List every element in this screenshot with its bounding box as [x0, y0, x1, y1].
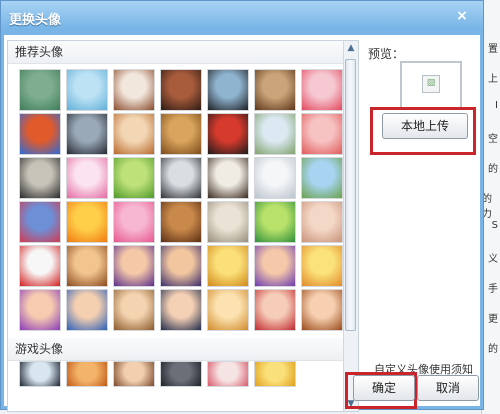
background-text: 的 — [488, 164, 498, 175]
avatar-happy-face-sky[interactable] — [66, 69, 108, 111]
broken-image-icon: ▧ — [422, 75, 440, 93]
avatar-coffee-cup[interactable] — [113, 69, 155, 111]
background-text: 的力 — [482, 194, 492, 220]
avatar-orange-flower[interactable] — [66, 201, 108, 243]
avatar-list-scrollbar[interactable]: ▲ ▼ — [343, 41, 358, 411]
avatar-violin[interactable] — [160, 201, 202, 243]
avatar-white-cat[interactable] — [254, 157, 296, 199]
avatar-anime-boy-hat[interactable] — [160, 245, 202, 287]
avatar-pastries[interactable] — [160, 113, 202, 155]
avatar-qq-penguin[interactable] — [19, 245, 61, 287]
preview-label: 预览： — [368, 47, 405, 61]
avatar-anime-girl-wink[interactable] — [207, 289, 249, 331]
background-text: 更 — [488, 314, 498, 325]
avatar-opera-mask-woman[interactable] — [160, 69, 202, 111]
dialog-titlebar: 更换头像 × — [1, 1, 483, 35]
avatar-dog-face[interactable] — [207, 157, 249, 199]
avatar-anime-girl-dark[interactable] — [160, 289, 202, 331]
avatar-game-dark[interactable] — [160, 361, 202, 387]
avatar-anime-girl-brown-2[interactable] — [301, 289, 343, 331]
avatar-green-circles[interactable] — [254, 201, 296, 243]
background-text: 手 — [488, 284, 498, 295]
avatar-graduation-cap[interactable] — [66, 113, 108, 155]
avatar-grassland-sky[interactable] — [301, 157, 343, 199]
avatar-peking-opera-mask[interactable] — [207, 113, 249, 155]
avatar-game-nurse[interactable] — [207, 361, 249, 387]
avatar-game-orange[interactable] — [66, 361, 108, 387]
background-text: 义 — [488, 254, 498, 265]
avatar-anime-boy-brown[interactable] — [66, 245, 108, 287]
avatar-anime-boy-purple[interactable] — [113, 245, 155, 287]
avatar-pink-donut[interactable] — [66, 157, 108, 199]
avatar-list-panel: 推荐头像 游戏头像 ▲ ▼ — [7, 40, 359, 412]
avatar-chef-cartoon[interactable] — [113, 113, 155, 155]
avatar-preview: ▧ — [400, 61, 462, 109]
avatar-anime-girl-blonde-2[interactable] — [301, 245, 343, 287]
avatar-penguin[interactable] — [207, 69, 249, 111]
avatar-opera-costume[interactable] — [19, 201, 61, 243]
avatar-game-yellow[interactable] — [254, 361, 296, 387]
ok-button[interactable]: 确定 — [353, 375, 415, 401]
avatar-ghost-pink[interactable] — [301, 113, 343, 155]
avatar-anime-girl-brown[interactable] — [113, 289, 155, 331]
dialog-body: 推荐头像 游戏头像 ▲ ▼ 预览： ▧ 本地上传 自定义头像使用须知 确定 取消 — [4, 35, 480, 412]
background-text: 空 — [488, 134, 498, 145]
change-avatar-dialog: 更换头像 × 推荐头像 游戏头像 ▲ ▼ 预览： ▧ 本地上传 自定义头像使用须… — [0, 0, 484, 412]
avatar-anime-girl-red[interactable] — [254, 289, 296, 331]
avatar-anime-girl-blonde[interactable] — [207, 245, 249, 287]
avatar-open-book[interactable] — [207, 201, 249, 243]
avatar-anime-boy-purple-hair[interactable] — [254, 245, 296, 287]
dialog-title: 更换头像 — [9, 13, 62, 28]
close-icon[interactable]: × — [453, 7, 471, 25]
section-recommended-header: 推荐头像 — [8, 41, 351, 64]
avatar-latte-art[interactable] — [254, 69, 296, 111]
background-text: 上 — [488, 74, 498, 85]
avatar-baby-face[interactable] — [301, 201, 343, 243]
background-text: 置 — [488, 44, 498, 55]
scroll-thumb[interactable] — [345, 59, 356, 331]
section-game-header: 游戏头像 — [8, 338, 351, 361]
avatar-pink-sheep[interactable] — [301, 69, 343, 111]
background-text: 的 — [488, 344, 498, 355]
cancel-button[interactable]: 取消 — [417, 375, 479, 401]
avatar-penguins-group[interactable] — [19, 157, 61, 199]
avatar-anime-boy-blue[interactable] — [66, 289, 108, 331]
avatar-game-face[interactable] — [113, 361, 155, 387]
avatar-green-grass[interactable] — [113, 157, 155, 199]
avatar-game-penguin[interactable] — [19, 361, 61, 387]
avatar-anime-girl-purple[interactable] — [19, 289, 61, 331]
background-text: I — [495, 100, 498, 111]
avatar-color-pencils[interactable] — [19, 113, 61, 155]
avatar-hummingbird[interactable] — [254, 113, 296, 155]
local-upload-button[interactable]: 本地上传 — [382, 113, 468, 139]
avatar-silhouette-face[interactable] — [19, 69, 61, 111]
scroll-up-icon[interactable]: ▲ — [344, 41, 358, 55]
avatar-pink-petals[interactable] — [113, 201, 155, 243]
background-text: S — [491, 220, 498, 231]
avatar-baby-penguin[interactable] — [160, 157, 202, 199]
